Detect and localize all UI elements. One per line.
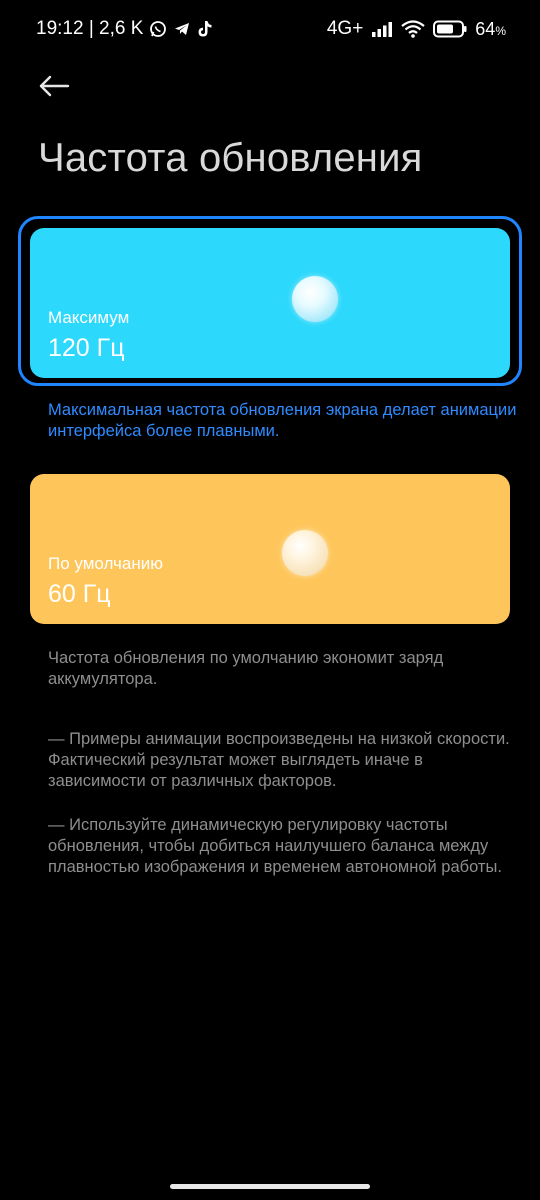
arrow-left-icon — [38, 74, 70, 98]
battery-percent: 64% — [475, 19, 506, 40]
option-description-maximum: Максимальная частота обновления экрана д… — [48, 401, 517, 440]
option-label: По умолчанию — [48, 554, 163, 573]
status-bar: 19:12 | 2,6 K 4G+ 64% — [0, 0, 540, 62]
option-card-default[interactable]: По умолчанию 60 Гц — [30, 474, 510, 624]
option-value: 120 Гц — [48, 334, 125, 362]
whatsapp-icon — [149, 20, 167, 38]
status-time: 19:12 | 2,6 K — [36, 18, 144, 39]
battery-icon — [433, 20, 467, 38]
option-description-default: Частота обновления по умолчанию экономит… — [48, 649, 444, 688]
telegram-icon — [173, 20, 191, 38]
network-type: 4G+ — [326, 18, 364, 39]
battery-percent-suffix: % — [495, 23, 506, 38]
signal-icon — [371, 21, 393, 37]
back-button[interactable] — [30, 64, 78, 108]
animation-bubble-icon — [292, 276, 338, 322]
option-card-maximum[interactable]: Максимум 120 Гц — [30, 228, 510, 378]
status-left: 19:12 | 2,6 K — [36, 18, 213, 40]
note-dynamic-refresh: — Используйте динамическую регулировку ч… — [48, 816, 502, 876]
wifi-icon — [401, 20, 425, 38]
animation-bubble-icon — [282, 530, 328, 576]
note-animation-speed: — Примеры анимации воспроизведены на низ… — [48, 730, 510, 790]
option-value: 60 Гц — [48, 580, 111, 608]
home-indicator[interactable] — [170, 1184, 370, 1189]
battery-percent-value: 64 — [475, 18, 496, 39]
page-title: Частота обновления — [38, 136, 423, 180]
tiktok-icon — [197, 20, 213, 38]
status-right: 4G+ 64% — [327, 18, 506, 40]
option-label: Максимум — [48, 308, 130, 327]
